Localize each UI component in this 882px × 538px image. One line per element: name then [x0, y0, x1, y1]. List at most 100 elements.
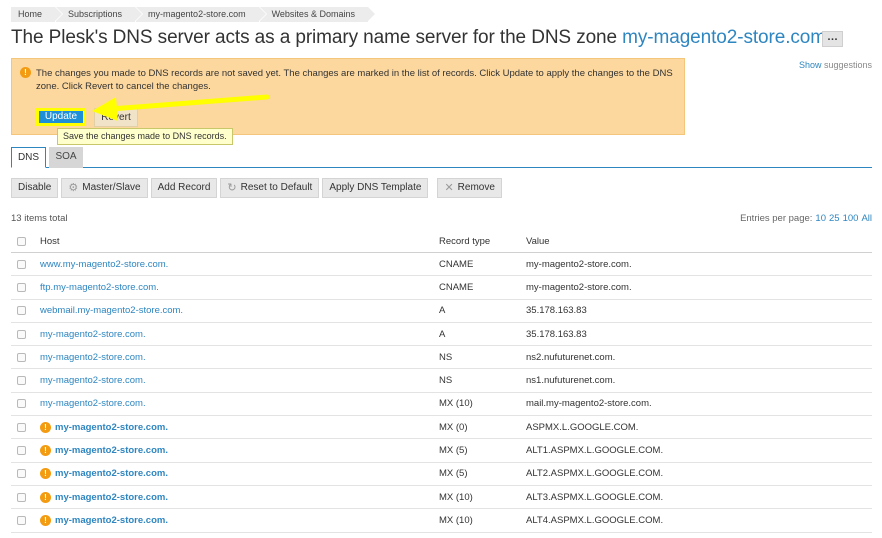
page-title-domain[interactable]: my-magento2-store.com: [622, 27, 826, 48]
record-value: 35.178.163.83: [526, 328, 587, 340]
update-tooltip: Save the changes made to DNS records.: [57, 128, 233, 145]
record-value: ALT2.ASPMX.L.GOOGLE.COM.: [526, 468, 664, 480]
row-checkbox[interactable]: [17, 399, 26, 409]
page-title-text: The Plesk's DNS server acts as a primary…: [11, 27, 623, 48]
table-row: my-magento2-store.com. NS ns1.nufuturenet.…: [11, 369, 872, 393]
master-slave-button[interactable]: ⚙ Master/Slave: [61, 178, 148, 198]
select-all-checkbox[interactable]: [17, 237, 26, 246]
column-record-type[interactable]: Record type: [439, 231, 490, 252]
host-link[interactable]: my-magento2-store.com.: [55, 422, 168, 433]
tab-soa[interactable]: SOA: [49, 147, 83, 168]
host-link[interactable]: my-magento2-store.com.: [55, 468, 168, 479]
record-value: ALT3.ASPMX.L.GOOGLE.COM.: [526, 491, 664, 503]
remove-button[interactable]: ✕ Remove: [437, 178, 502, 198]
record-type: MX (10): [439, 491, 473, 503]
host-link[interactable]: my-magento2-store.com.: [55, 492, 168, 503]
apply-dns-template-button[interactable]: Apply DNS Template: [322, 178, 429, 198]
record-type: A: [439, 305, 446, 317]
update-button[interactable]: Update: [36, 108, 86, 126]
breadcrumb-subscription[interactable]: my-magento2-store.com: [136, 7, 267, 22]
host-link[interactable]: my-magento2-store.com.: [40, 329, 146, 340]
record-value: ns1.nufuturenet.com.: [526, 375, 616, 387]
row-checkbox[interactable]: [17, 306, 26, 316]
record-type: MX (0): [439, 421, 468, 433]
close-icon: ✕: [444, 182, 454, 194]
update-button-label: Update: [44, 111, 78, 122]
breadcrumb-home[interactable]: Home: [11, 7, 64, 22]
host-link[interactable]: my-magento2-store.com.: [40, 375, 146, 386]
record-type: MX (10): [439, 514, 473, 526]
per-page-10[interactable]: 10: [815, 213, 826, 224]
record-value: ASPMX.L.GOOGLE.COM.: [526, 421, 639, 433]
apply-template-label: Apply DNS Template: [329, 182, 422, 193]
table-row: www.my-magento2-store.com. CNAME my-magent…: [11, 253, 872, 277]
show-suggestions-link[interactable]: Show: [799, 60, 822, 70]
row-checkbox[interactable]: [17, 259, 26, 269]
host-link[interactable]: www.my-magento2-store.com.: [40, 259, 168, 270]
show-suggestions-text: suggestions: [821, 60, 872, 70]
exclamation-circle-icon: !: [40, 468, 51, 480]
host-link[interactable]: my-magento2-store.com.: [40, 398, 146, 409]
record-type: CNAME: [439, 281, 474, 293]
row-checkbox[interactable]: [17, 446, 26, 456]
per-page-25[interactable]: 25: [829, 213, 840, 224]
toolbar: Disable ⚙ Master/Slave Add Record ↻ Reset …: [11, 178, 505, 198]
table-row: ftp.my-magento2-store.com. CNAME my-magent…: [11, 276, 872, 300]
row-checkbox[interactable]: [17, 515, 26, 525]
row-checkbox[interactable]: [17, 329, 26, 339]
revert-button[interactable]: Revert: [94, 108, 138, 127]
row-checkbox[interactable]: [17, 469, 26, 479]
per-page-all[interactable]: All: [861, 213, 872, 224]
host-link[interactable]: my-magento2-store.com.: [55, 445, 168, 456]
table-row: my-magento2-store.com. NS ns2.nufuturenet.…: [11, 346, 872, 370]
per-page-100[interactable]: 100: [843, 213, 859, 224]
exclamation-circle-icon: !: [40, 514, 51, 526]
per-page-label: Entries per page:: [740, 213, 813, 224]
table-row: ! my-magento2-store.com. MX (5) ALT1.ASPMX.…: [11, 439, 872, 463]
refresh-icon: ↻: [227, 182, 237, 194]
table-header: Host Record type Value: [11, 231, 872, 253]
record-value: ALT4.ASPMX.L.GOOGLE.COM.: [526, 514, 664, 526]
row-checkbox[interactable]: [17, 282, 26, 292]
record-value: my-magento2-store.com.: [526, 281, 632, 293]
column-host[interactable]: Host: [40, 231, 60, 252]
exclamation-circle-icon: !: [40, 491, 51, 503]
items-total: 13 items total: [11, 213, 68, 224]
table-row: ! my-magento2-store.com. MX (0) ASPMX.L.GOO…: [11, 416, 872, 440]
more-actions-button[interactable]: …: [822, 31, 843, 47]
table-row: ! my-magento2-store.com. MX (5) ALT2.ASPMX.…: [11, 463, 872, 486]
record-value: mail.my-magento2-store.com.: [526, 398, 652, 410]
record-type: MX (10): [439, 398, 473, 410]
host-link[interactable]: webmail.my-magento2-store.com.: [40, 305, 183, 316]
record-value: my-magento2-store.com.: [526, 258, 632, 270]
disable-button[interactable]: Disable: [11, 178, 59, 198]
master-slave-label: Master/Slave: [82, 182, 141, 193]
reset-label: Reset to Default: [240, 182, 313, 193]
reset-to-default-button[interactable]: ↻ Reset to Default: [220, 178, 320, 198]
record-value: ALT1.ASPMX.L.GOOGLE.COM.: [526, 445, 664, 457]
breadcrumb-subscriptions[interactable]: Subscriptions: [56, 7, 144, 22]
row-checkbox[interactable]: [17, 376, 26, 386]
page-title: The Plesk's DNS server acts as a primary…: [11, 27, 826, 49]
record-type: MX (5): [439, 468, 468, 480]
host-link[interactable]: my-magento2-store.com.: [40, 352, 146, 363]
disable-button-label: Disable: [18, 182, 52, 193]
entries-per-page: Entries per page: 10 25 100 All: [740, 213, 872, 224]
host-link[interactable]: ftp.my-magento2-store.com.: [40, 282, 159, 293]
row-checkbox[interactable]: [17, 422, 26, 432]
column-value[interactable]: Value: [526, 231, 550, 252]
row-checkbox[interactable]: [17, 352, 26, 362]
record-type: A: [439, 328, 446, 340]
message-text: The changes you made to DNS records are …: [36, 68, 673, 92]
breadcrumb-websites-domains[interactable]: Websites & Domains: [259, 7, 377, 22]
tab-dns[interactable]: DNS: [11, 147, 46, 168]
add-record-button[interactable]: Add Record: [150, 178, 218, 198]
table-row: webmail.my-magento2-store.com. A 35.178.16…: [11, 300, 872, 323]
host-link[interactable]: my-magento2-store.com.: [55, 515, 168, 526]
table-row: ! my-magento2-store.com. MX (10) ALT4.ASPMX…: [11, 509, 872, 533]
row-checkbox[interactable]: [17, 492, 26, 502]
exclamation-circle-icon: !: [40, 421, 51, 433]
exclamation-circle-icon: !: [40, 445, 51, 457]
gear-icon: ⚙: [68, 182, 79, 194]
show-suggestions: Show suggestions: [799, 60, 872, 70]
